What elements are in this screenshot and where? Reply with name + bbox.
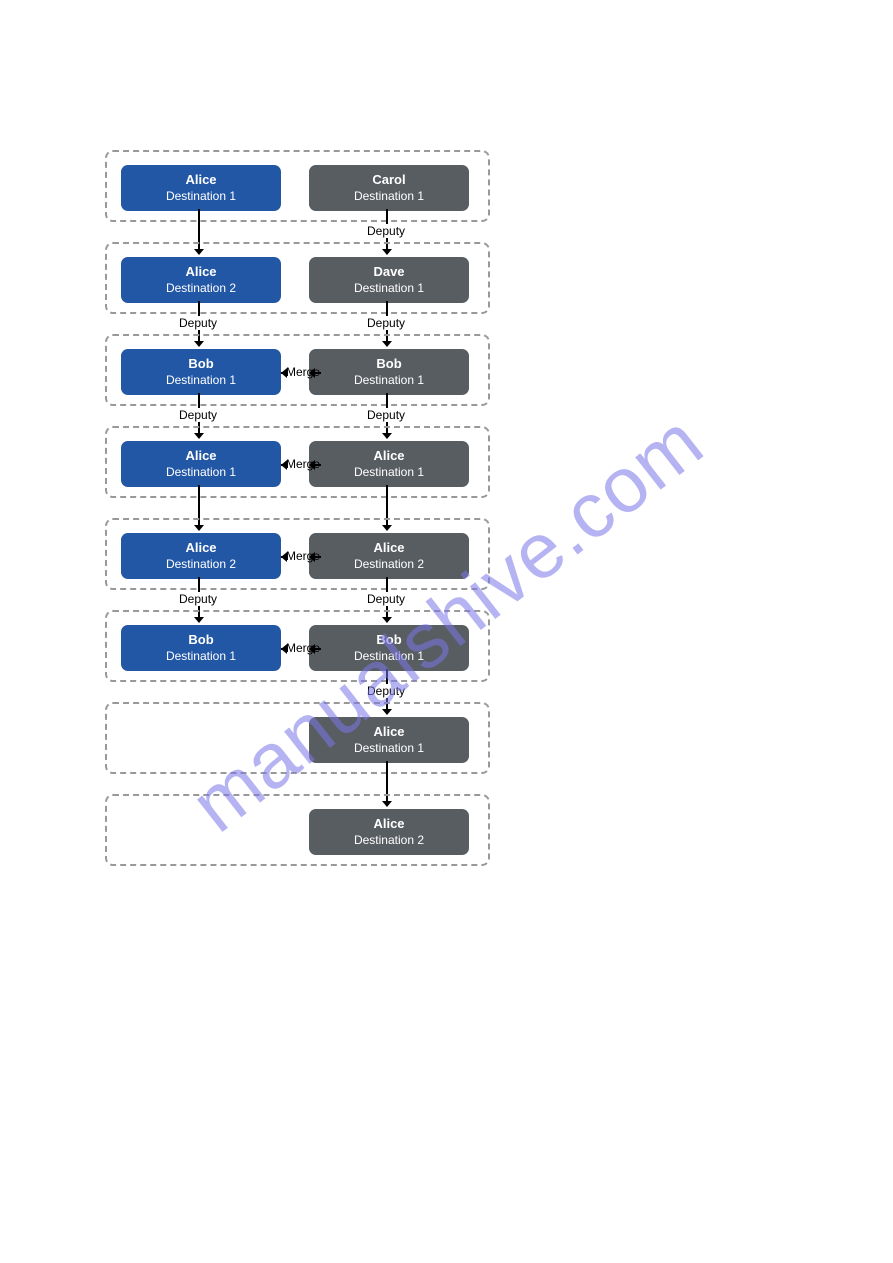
node-name: Alice: [309, 540, 469, 556]
arrow-label: Deputy: [365, 592, 407, 606]
merge-label: Merge: [283, 365, 323, 379]
merge-label: Merge: [283, 457, 323, 471]
node-dest: Destination 1: [121, 189, 281, 204]
row-group: AliceDestination 2AliceDestination 2Merg…: [105, 518, 490, 590]
row-group: AliceDestination 1: [105, 702, 490, 774]
node-dest: Destination 1: [309, 281, 469, 296]
flow-node: AliceDestination 1: [121, 441, 281, 487]
row-group: AliceDestination 1CarolDestination 1: [105, 150, 490, 222]
node-name: Bob: [121, 632, 281, 648]
node-dest: Destination 1: [121, 649, 281, 664]
arrow-label: Deputy: [177, 408, 219, 422]
node-dest: Destination 2: [121, 281, 281, 296]
node-name: Alice: [309, 816, 469, 832]
row-group: AliceDestination 2 DaveDestination 1: [105, 242, 490, 314]
node-dest: Destination 1: [121, 465, 281, 480]
node-dest: Destination 1: [309, 189, 469, 204]
node-dest: Destination 2: [309, 833, 469, 848]
flow-node: BobDestination 1: [309, 349, 469, 395]
node-dest: Destination 2: [309, 557, 469, 572]
flow-node: BobDestination 1: [309, 625, 469, 671]
flow-node: BobDestination 1: [121, 349, 281, 395]
node-dest: Destination 1: [309, 465, 469, 480]
node-name: Alice: [121, 448, 281, 464]
flow-node: AliceDestination 2: [309, 533, 469, 579]
row-group: BobDestination 1BobDestination 1Merge: [105, 610, 490, 682]
row-group: AliceDestination 2: [105, 794, 490, 866]
node-name: Carol: [309, 172, 469, 188]
flow-node: AliceDestination 2: [121, 533, 281, 579]
arrow-label: Deputy: [365, 316, 407, 330]
node-name: Bob: [121, 356, 281, 372]
merge-label: Merge: [283, 641, 323, 655]
arrow-label: Deputy: [365, 224, 407, 238]
merge-label: Merge: [283, 549, 323, 563]
flow-node: BobDestination 1: [121, 625, 281, 671]
node-name: Alice: [121, 264, 281, 280]
node-name: Alice: [309, 724, 469, 740]
flow-node: AliceDestination 1: [121, 165, 281, 211]
flow-node: AliceDestination 2: [309, 809, 469, 855]
arrow-label: Deputy: [177, 592, 219, 606]
node-name: Alice: [121, 540, 281, 556]
node-dest: Destination 1: [309, 373, 469, 388]
row-group: AliceDestination 1AliceDestination 1Merg…: [105, 426, 490, 498]
arrow-label: Deputy: [177, 316, 219, 330]
node-dest: Destination 2: [121, 557, 281, 572]
node-name: Dave: [309, 264, 469, 280]
arrow-label: Deputy: [365, 684, 407, 698]
arrow-label: Deputy: [365, 408, 407, 422]
node-name: Alice: [309, 448, 469, 464]
flow-node: DaveDestination 1: [309, 257, 469, 303]
flow-node: AliceDestination 2: [121, 257, 281, 303]
flow-node: CarolDestination 1: [309, 165, 469, 211]
flow-node: AliceDestination 1: [309, 441, 469, 487]
node-dest: Destination 1: [309, 649, 469, 664]
row-group: BobDestination 1BobDestination 1Merge: [105, 334, 490, 406]
flow-diagram: AliceDestination 1CarolDestination 1Depu…: [105, 150, 495, 886]
flow-node: AliceDestination 1: [309, 717, 469, 763]
node-dest: Destination 1: [121, 373, 281, 388]
node-dest: Destination 1: [309, 741, 469, 756]
node-name: Alice: [121, 172, 281, 188]
node-name: Bob: [309, 356, 469, 372]
node-name: Bob: [309, 632, 469, 648]
